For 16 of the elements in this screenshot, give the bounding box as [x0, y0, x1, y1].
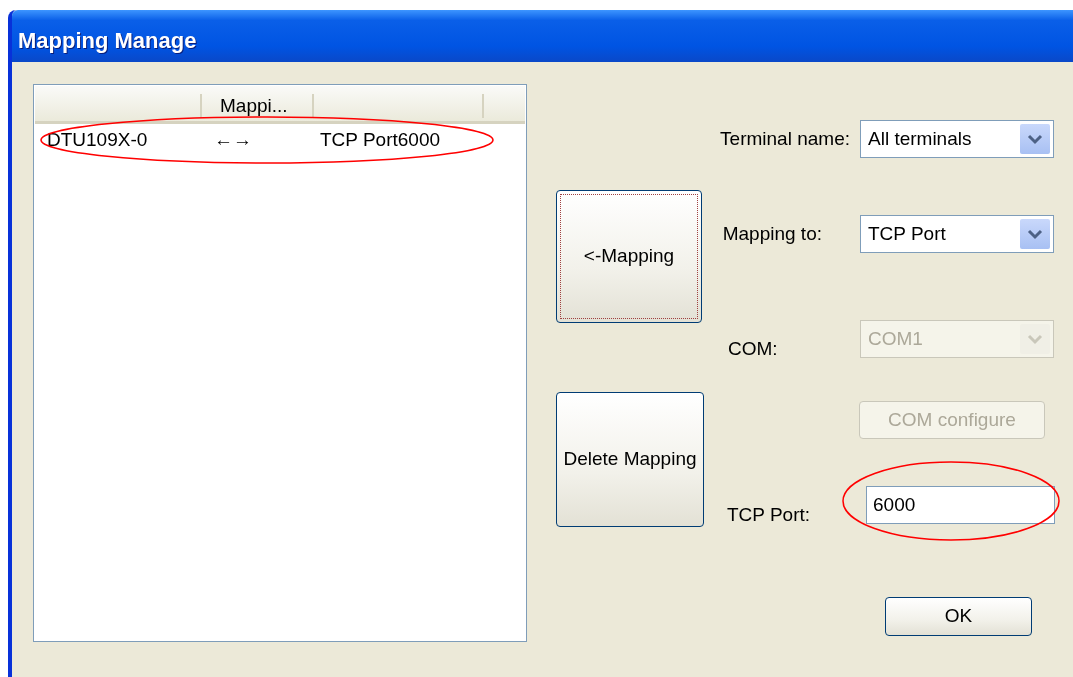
table-cell-text: ←→ [213, 127, 253, 152]
table-cell-text: TCP Port6000 [320, 127, 441, 152]
field-label: TCP Port: [727, 502, 811, 527]
action-button[interactable]: <-Mapping [556, 190, 702, 323]
dropdown[interactable]: All terminals [860, 120, 1054, 158]
field-label: COM: [728, 336, 778, 361]
ok-button[interactable]: OK [885, 596, 1032, 636]
column-header[interactable]: Mappi... [202, 94, 314, 118]
dropdown[interactable]: TCP Port [860, 215, 1054, 253]
table-cell-text: DTU109X-0 [46, 127, 149, 152]
dropdown: COM1 [860, 320, 1054, 358]
field-label: Mapping to: [722, 221, 822, 246]
tcp-port-field[interactable]: 6000 [866, 486, 1055, 524]
field-label: Terminal name: [720, 126, 850, 151]
window-title: Mapping Manage [12, 10, 1073, 62]
action-button[interactable]: Delete Mapping [556, 392, 704, 527]
